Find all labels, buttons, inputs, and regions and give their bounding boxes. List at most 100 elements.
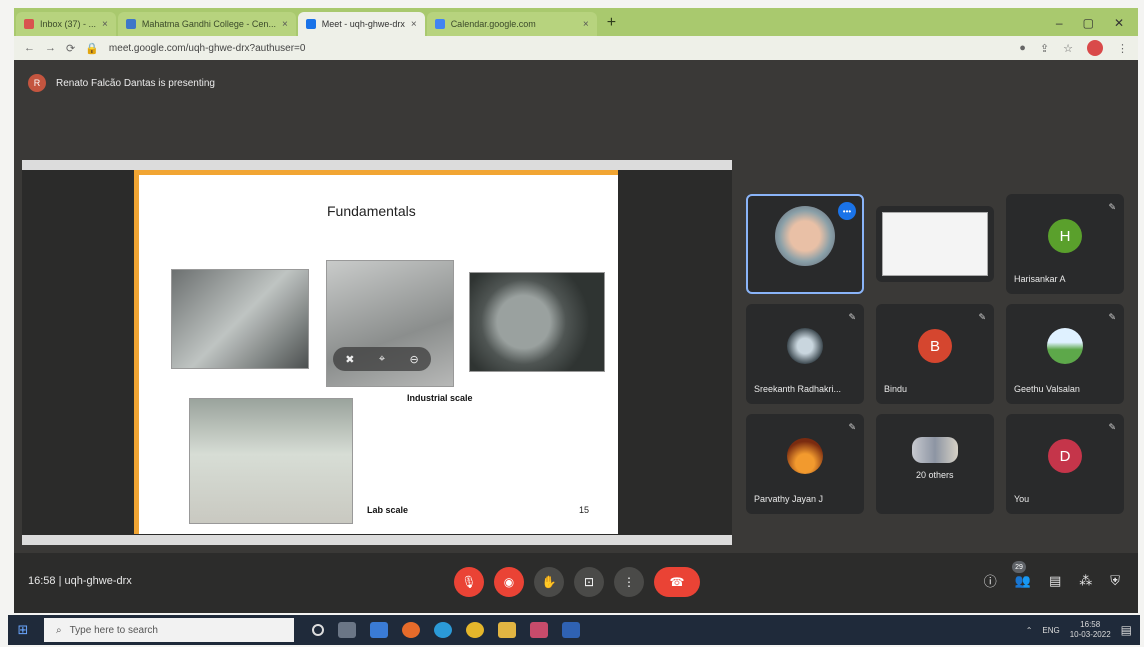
mic-toggle-button[interactable]: 🎙 [454,567,484,597]
app-icon[interactable] [530,622,548,638]
back-icon[interactable]: ← [24,42,35,54]
participant-name: Geethu Valsalan [1014,384,1080,394]
participant-name: You [1014,494,1030,504]
search-placeholder: Type here to search [69,624,158,636]
explorer-icon[interactable] [370,622,388,638]
tray-expand-icon[interactable]: ⌃ [1026,626,1033,635]
system-tray: ⌃ ENG 16:58 10-03-2022 ▤ [1026,620,1140,640]
present-button[interactable]: ⊡ [574,567,604,597]
presenting-banner: R Renato Falcão Dantas is presenting [28,74,215,92]
star-icon[interactable]: ☆ [1063,42,1073,55]
speaking-indicator-icon: ••• [838,202,856,220]
activities-icon[interactable]: ⁂ [1079,573,1092,589]
screen-preview [882,212,988,276]
participant-name: Parvathy Jayan J [754,494,824,504]
hang-up-icon: ☎ [669,575,685,589]
tab-college[interactable]: Mahatma Gandhi College - Cen... × [117,12,296,36]
leave-call-button[interactable]: ☎ [654,567,700,597]
edge-icon[interactable] [434,622,452,638]
shared-window-titlebar [22,160,732,170]
chrome-icon[interactable] [466,622,484,638]
presenter-overlay-controls[interactable]: ✖ ⌖ ⊖ [333,347,431,371]
language-indicator[interactable]: ENG [1042,626,1059,635]
participant-photo [1047,328,1083,364]
mic-off-icon[interactable]: ✖ [345,353,354,366]
windows-taskbar: ⊞ ⌕ Type here to search ⌃ ENG 16:58 10-0… [8,615,1140,645]
clock-time: 16:58 [1080,620,1101,629]
meeting-info: 16:58 | uqh-ghwe-drx [28,575,132,587]
tab-inbox[interactable]: Inbox (37) - ... × [16,12,116,36]
camera-toggle-button[interactable]: ◉ [494,567,524,597]
new-tab-button[interactable]: + [597,14,626,36]
camera-off-icon: ◉ [503,575,515,589]
remove-icon[interactable]: ⊖ [410,353,419,366]
reload-icon[interactable]: ⟳ [66,42,75,55]
pin-icon[interactable]: ⌖ [379,353,385,366]
participant-name: Sreekanth Radhakri... [754,384,842,394]
notification-icon[interactable]: ▤ [1121,623,1132,637]
task-view-icon[interactable] [338,622,356,638]
mic-off-icon: ✎ [1108,422,1116,432]
calendar-icon [434,19,445,29]
minimize-icon[interactable]: – [1056,16,1063,30]
tab-meet[interactable]: Meet - uqh-ghwe-drx × [297,12,425,36]
participant-name: 20 others [916,470,954,480]
participant-tile-parvathy[interactable]: ✎ Parvathy Jayan J [746,414,864,514]
share-icon[interactable]: ⇪ [1040,42,1049,55]
close-icon[interactable]: × [411,19,417,30]
profile-avatar[interactable] [1087,40,1103,56]
start-button[interactable]: ⊞ [8,622,38,638]
forward-icon[interactable]: → [45,42,56,54]
participant-name: Harisankar A [1014,274,1066,284]
camera-icon[interactable]: ● [1019,42,1026,54]
participant-avatar: H [1048,219,1082,253]
raise-hand-button[interactable]: ✋ [534,567,564,597]
participant-tile-others[interactable]: 20 others [876,414,994,514]
close-icon[interactable]: × [583,19,589,30]
gmail-icon [24,19,34,29]
info-icon[interactable]: ⓘ [984,571,997,590]
menu-icon[interactable]: ⋮ [1117,42,1128,55]
meet-icon [305,19,316,29]
slide-title: Fundamentals [327,203,416,219]
taskbar-clock[interactable]: 16:58 10-03-2022 [1070,620,1111,640]
tab-label: Meet - uqh-ghwe-drx [321,19,405,29]
participant-name: Bindu [884,384,908,394]
slide-photo-lab-equipment [189,398,353,524]
participant-tile-bindu[interactable]: ✎ B Bindu [876,304,994,404]
word-icon[interactable] [562,622,580,638]
close-window-icon[interactable]: ✕ [1114,16,1124,30]
host-controls-icon[interactable]: ⛨ [1110,573,1120,589]
participant-tile-presenter-video[interactable]: ••• [746,194,864,294]
presenting-text: Renato Falcão Dantas is presenting [56,77,215,89]
window-controls: – ▢ ✕ [1042,16,1138,36]
firefox-icon[interactable] [402,622,420,638]
caption-lab: Lab scale [367,505,409,515]
cortana-icon[interactable] [312,624,324,636]
participant-tile-sreekanth[interactable]: ✎ Sreekanth Radhakri... [746,304,864,404]
chat-icon[interactable]: ▤ [1049,573,1061,589]
maximize-icon[interactable]: ▢ [1083,16,1094,30]
participant-avatar: D [1048,439,1082,473]
participant-tile-geethu[interactable]: ✎ Geethu Valsalan [1006,304,1124,404]
presentation-slide: Fundamentals ✖ ⌖ ⊖ Industrial scale Lab … [134,170,618,534]
more-options-button[interactable]: ⋮ [614,567,644,597]
tab-label: Mahatma Gandhi College - Cen... [141,19,276,29]
meeting-side-controls: ⓘ 👥 ▤ ⁂ ⛨ [984,571,1120,590]
tab-calendar[interactable]: Calendar.google.com × [426,12,597,36]
participant-tile-harisankar[interactable]: ✎ H Harisankar A [1006,194,1124,294]
taskbar-search[interactable]: ⌕ Type here to search [44,618,294,642]
close-icon[interactable]: × [102,19,108,30]
call-controls: 🎙 ◉ ✋ ⊡ ⋮ ☎ [454,567,700,597]
participant-tile-you[interactable]: ✎ D You [1006,414,1124,514]
people-icon[interactable]: 👥 [1015,573,1031,589]
folder-icon[interactable] [498,622,516,638]
shared-window-statusbar [22,535,732,545]
participant-tile-screen[interactable] [876,206,994,282]
others-avatars [912,437,958,463]
url-field[interactable]: meet.google.com/uqh-ghwe-drx?authuser=0 [109,43,1009,54]
mic-off-icon: ✎ [848,312,856,322]
shared-screen: Fundamentals ✖ ⌖ ⊖ Industrial scale Lab … [22,160,732,545]
close-icon[interactable]: × [282,19,288,30]
browser-tab-strip: Inbox (37) - ... × Mahatma Gandhi Colleg… [14,8,1138,36]
